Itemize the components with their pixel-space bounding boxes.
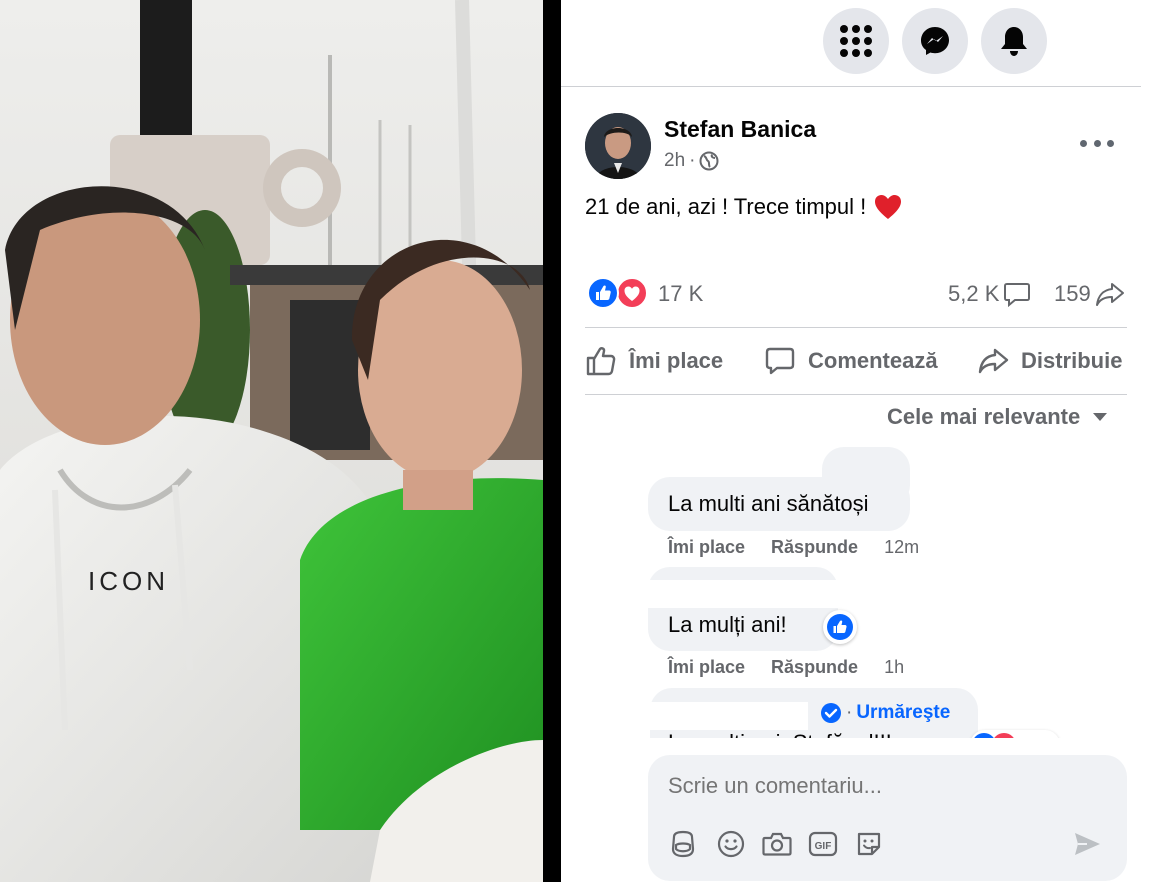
avatar-sticker-button[interactable] (668, 829, 698, 859)
gif-label: GIF (815, 841, 832, 852)
post-text: 21 de ani, azi ! Trece timpul ! (585, 194, 902, 220)
thumbs-up-icon (586, 347, 616, 376)
follow-label: Urmăreşte (856, 702, 951, 723)
comment-text: La multi ani sănătoși (668, 491, 869, 516)
emoji-button[interactable] (716, 829, 746, 859)
globe-icon[interactable] (699, 151, 719, 171)
avatar-image (585, 113, 651, 179)
reactions-divider (585, 327, 1127, 328)
reaction-count[interactable]: 17 K (658, 281, 703, 307)
comment-button[interactable]: Comentează (764, 343, 938, 379)
actions-divider (585, 394, 1127, 395)
comment-actions: Îmi place Răspunde 1h (668, 657, 904, 678)
send-button[interactable] (1072, 829, 1102, 859)
heart-emoji-icon (875, 195, 902, 219)
apps-grid-icon (840, 25, 872, 57)
meta-separator: · (689, 150, 696, 171)
comment-reply-link[interactable]: Răspunde (771, 537, 858, 558)
love-icon (992, 733, 1016, 738)
notifications-bell-icon (1001, 27, 1027, 56)
messenger-icon (921, 27, 949, 55)
messenger-button[interactable] (902, 8, 968, 74)
author-name[interactable]: Stefan Banica (664, 116, 816, 143)
share-arrow-icon (1095, 283, 1124, 306)
reaction-icons[interactable] (587, 277, 649, 309)
header-divider (561, 86, 1141, 87)
redacted-name (650, 702, 808, 730)
camera-button[interactable] (762, 829, 792, 859)
comments-count-value: 5,2 K (948, 281, 1000, 306)
shares-count[interactable]: 159 (1054, 281, 1125, 307)
more-dot-icon (1093, 139, 1101, 147)
comment-reaction[interactable] (823, 610, 857, 644)
like-icon (827, 614, 853, 640)
comment-time[interactable]: 12m (884, 537, 919, 558)
shares-count-value: 159 (1054, 281, 1091, 306)
comment-input[interactable] (668, 773, 1088, 799)
author-avatar[interactable] (585, 113, 651, 179)
photo-divider (543, 0, 561, 882)
comment-label: Comentează (808, 348, 938, 373)
redacted-name (648, 580, 838, 608)
camera-icon (762, 832, 792, 856)
apps-grid-button[interactable] (823, 8, 889, 74)
sticker-icon (857, 832, 881, 856)
post-meta: 2h · (664, 150, 719, 172)
comment-like-link[interactable]: Îmi place (668, 537, 745, 558)
share-button[interactable]: Distribuie (977, 343, 1122, 379)
comment-composer: GIF (648, 755, 1127, 881)
comment-reply-link[interactable]: Răspunde (771, 657, 858, 678)
gif-button[interactable]: GIF (808, 829, 838, 859)
reaction-icons-graphic (587, 277, 648, 309)
more-dot-icon (1107, 139, 1114, 147)
more-dot-icon (1080, 139, 1087, 147)
like-icon (972, 733, 996, 738)
like-button[interactable]: Îmi place (585, 343, 723, 379)
caret-down-icon (1093, 413, 1108, 421)
photo-illustration: ICON (0, 0, 543, 882)
comment-text: La mulți ani! (668, 612, 787, 637)
comment-text: La multi ani, Stefănel!!! (668, 730, 892, 738)
verified-badge-icon (821, 703, 841, 723)
more-options-button[interactable] (1080, 130, 1114, 156)
comment-actions: Îmi place Răspunde 12m (668, 537, 919, 558)
comment-like-link[interactable]: Îmi place (668, 657, 745, 678)
avatar-sticker-icon (671, 830, 695, 858)
comment-partial[interactable]: · Urmăreşte La multi ani, Stefănel!!! (648, 688, 1128, 738)
comment-bubble-icon (1004, 283, 1031, 307)
gif-icon: GIF (808, 831, 838, 857)
share-label: Distribuie (1021, 348, 1123, 373)
comment-icon (765, 347, 795, 375)
like-label: Îmi place (629, 348, 724, 373)
post-time[interactable]: 2h (664, 150, 685, 172)
notifications-button[interactable] (981, 8, 1047, 74)
comment-reactions-pill[interactable] (970, 730, 1060, 738)
comment-time[interactable]: 1h (884, 657, 904, 678)
comments-count[interactable]: 5,2 K (948, 281, 1031, 307)
share-icon (978, 348, 1009, 374)
sticker-button[interactable] (854, 829, 884, 859)
post-message: 21 de ani, azi ! Trece timpul ! (585, 194, 867, 219)
sort-label: Cele mai relevante (887, 404, 1081, 429)
follow-link[interactable]: · Urmăreşte (820, 702, 950, 724)
send-icon (1075, 833, 1100, 855)
post-photo[interactable]: ICON (0, 0, 543, 882)
emoji-icon (717, 830, 745, 858)
comment-sort-dropdown[interactable]: Cele mai relevante (887, 404, 1108, 430)
svg-text:ICON: ICON (88, 566, 169, 596)
follow-separator: · (846, 702, 853, 723)
